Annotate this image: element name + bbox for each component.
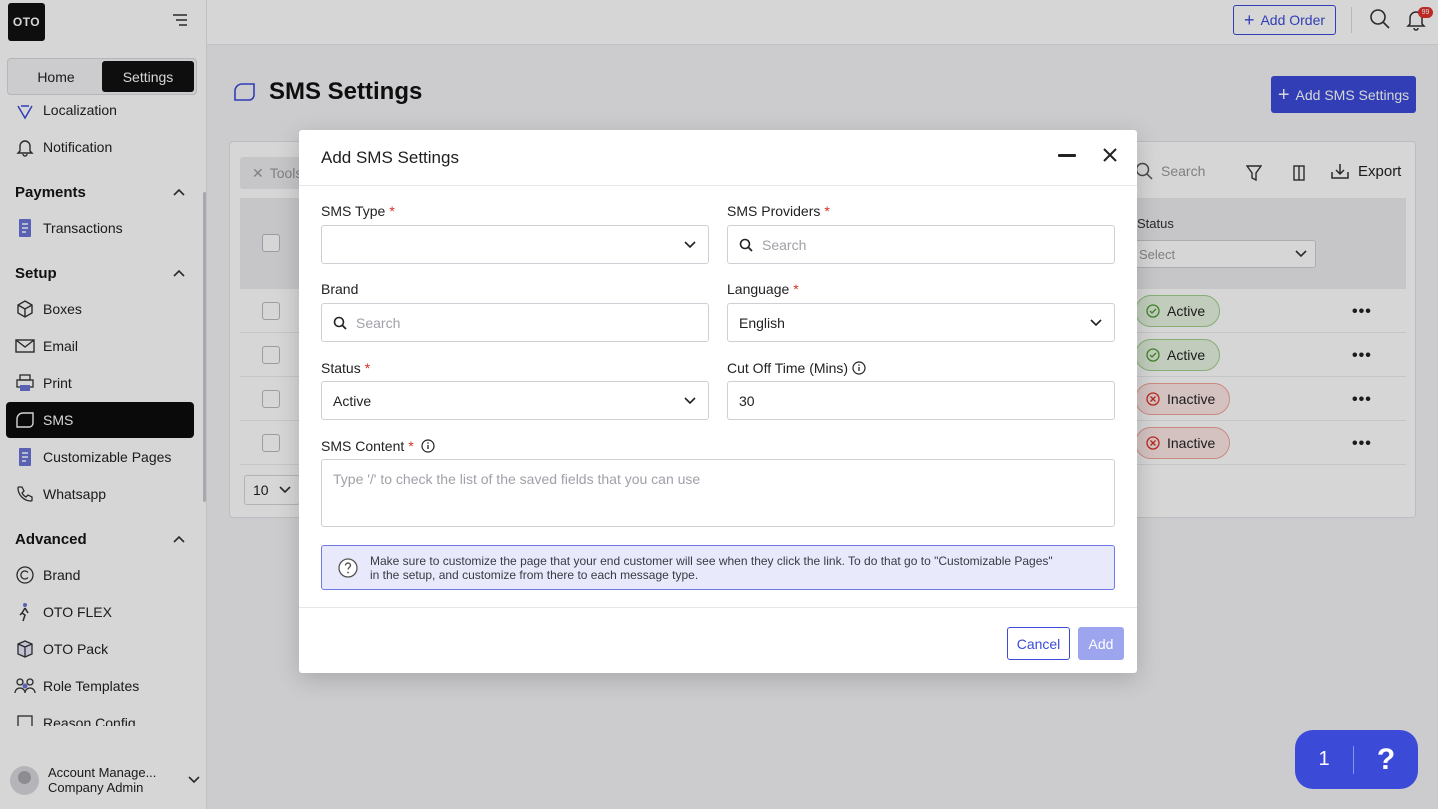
required-mark: *: [364, 360, 371, 376]
cancel-button[interactable]: Cancel: [1007, 627, 1070, 660]
label-text: SMS Content: [321, 438, 405, 454]
search-icon: [739, 238, 753, 252]
info-line-1: Make sure to customize the page that you…: [370, 553, 1053, 568]
sms-providers-search[interactable]: Search: [727, 225, 1115, 264]
add-button[interactable]: Add: [1078, 627, 1124, 660]
language-value: English: [739, 314, 785, 331]
label-text: Brand: [321, 281, 359, 297]
help-widget[interactable]: 1 ?: [1295, 730, 1418, 789]
sms-content-textarea[interactable]: Type '/' to check the list of the saved …: [321, 459, 1115, 527]
required-mark: *: [793, 281, 799, 297]
modal-title: Add SMS Settings: [321, 148, 459, 167]
label-text: Status: [321, 360, 361, 376]
add-sms-settings-modal: Add SMS Settings SMS Type * SMS Providers…: [299, 130, 1137, 673]
label-text: SMS Type: [321, 203, 386, 219]
sms-type-select[interactable]: [321, 225, 709, 264]
sms-providers-placeholder: Search: [762, 236, 807, 253]
label-text: Language: [727, 281, 790, 297]
help-icon: ?: [1376, 742, 1396, 776]
cutoff-time-value: 30: [739, 392, 755, 409]
info-line-2: in the setup, and customize from there t…: [370, 567, 699, 582]
chevron-down-icon: [1090, 318, 1102, 326]
cutoff-time-input[interactable]: 30: [727, 381, 1115, 420]
brand-label: Brand: [321, 281, 358, 297]
sms-content-label: SMS Content *: [321, 438, 435, 454]
required-mark: *: [389, 203, 395, 219]
close-icon[interactable]: [1102, 147, 1118, 163]
status-value: Active: [333, 392, 372, 409]
required-mark: *: [408, 438, 414, 454]
question-circle-icon: [338, 557, 358, 578]
help-count: 1: [1318, 748, 1330, 770]
label-text: Cut Off Time (Mins): [727, 360, 849, 376]
required-mark: *: [824, 203, 830, 219]
info-banner: Make sure to customize the page that you…: [321, 545, 1115, 590]
info-text: Make sure to customize the page that you…: [370, 554, 1090, 582]
divider: [299, 607, 1137, 608]
sms-content-placeholder: Type '/' to check the list of the saved …: [333, 471, 701, 487]
chevron-down-icon: [684, 240, 696, 248]
language-select[interactable]: English: [727, 303, 1115, 342]
sms-type-label: SMS Type *: [321, 203, 395, 219]
modal-header: Add SMS Settings: [299, 130, 1137, 186]
brand-search[interactable]: Search: [321, 303, 709, 342]
chevron-down-icon: [684, 396, 696, 404]
cutoff-time-label: Cut Off Time (Mins): [727, 360, 866, 376]
minimize-icon[interactable]: [1058, 154, 1076, 157]
search-icon: [333, 316, 347, 330]
label-text: SMS Providers: [727, 203, 821, 219]
sms-providers-label: SMS Providers *: [727, 203, 830, 219]
info-icon[interactable]: [852, 361, 866, 375]
status-label: Status *: [321, 360, 370, 376]
info-icon[interactable]: [421, 439, 435, 453]
brand-placeholder: Search: [356, 314, 401, 331]
language-label: Language *: [727, 281, 799, 297]
status-select[interactable]: Active: [321, 381, 709, 420]
